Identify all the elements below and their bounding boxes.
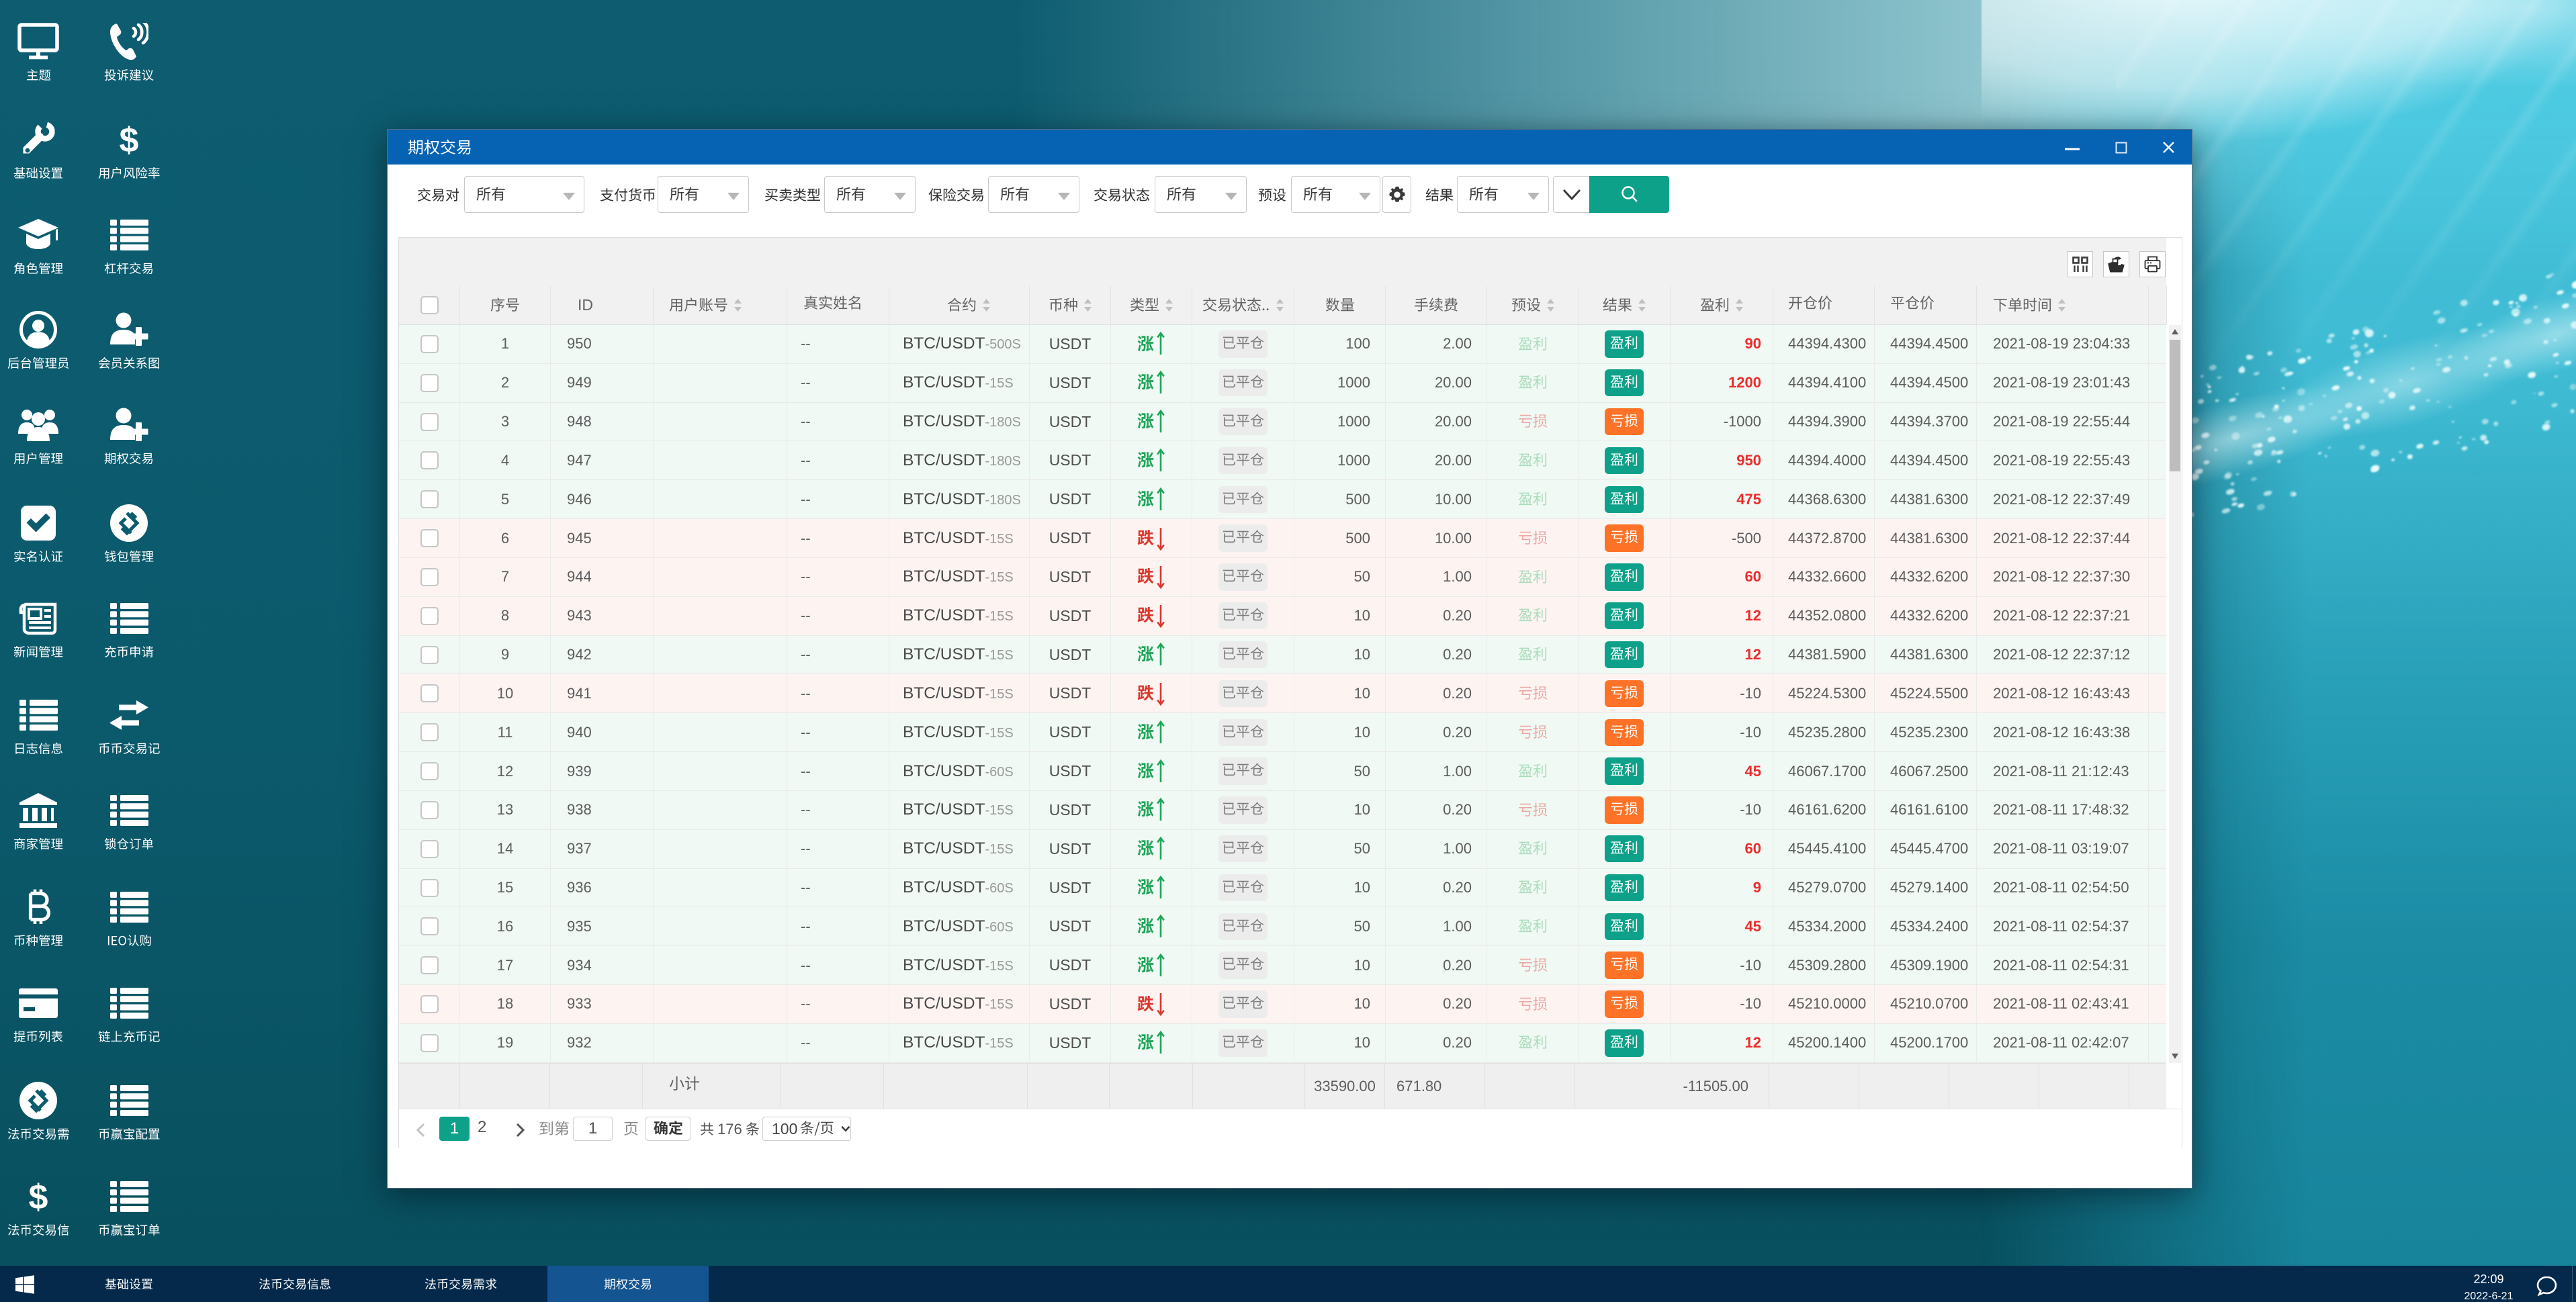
svg-text:$: $ — [120, 121, 139, 158]
svg-text:$: $ — [29, 1178, 48, 1215]
